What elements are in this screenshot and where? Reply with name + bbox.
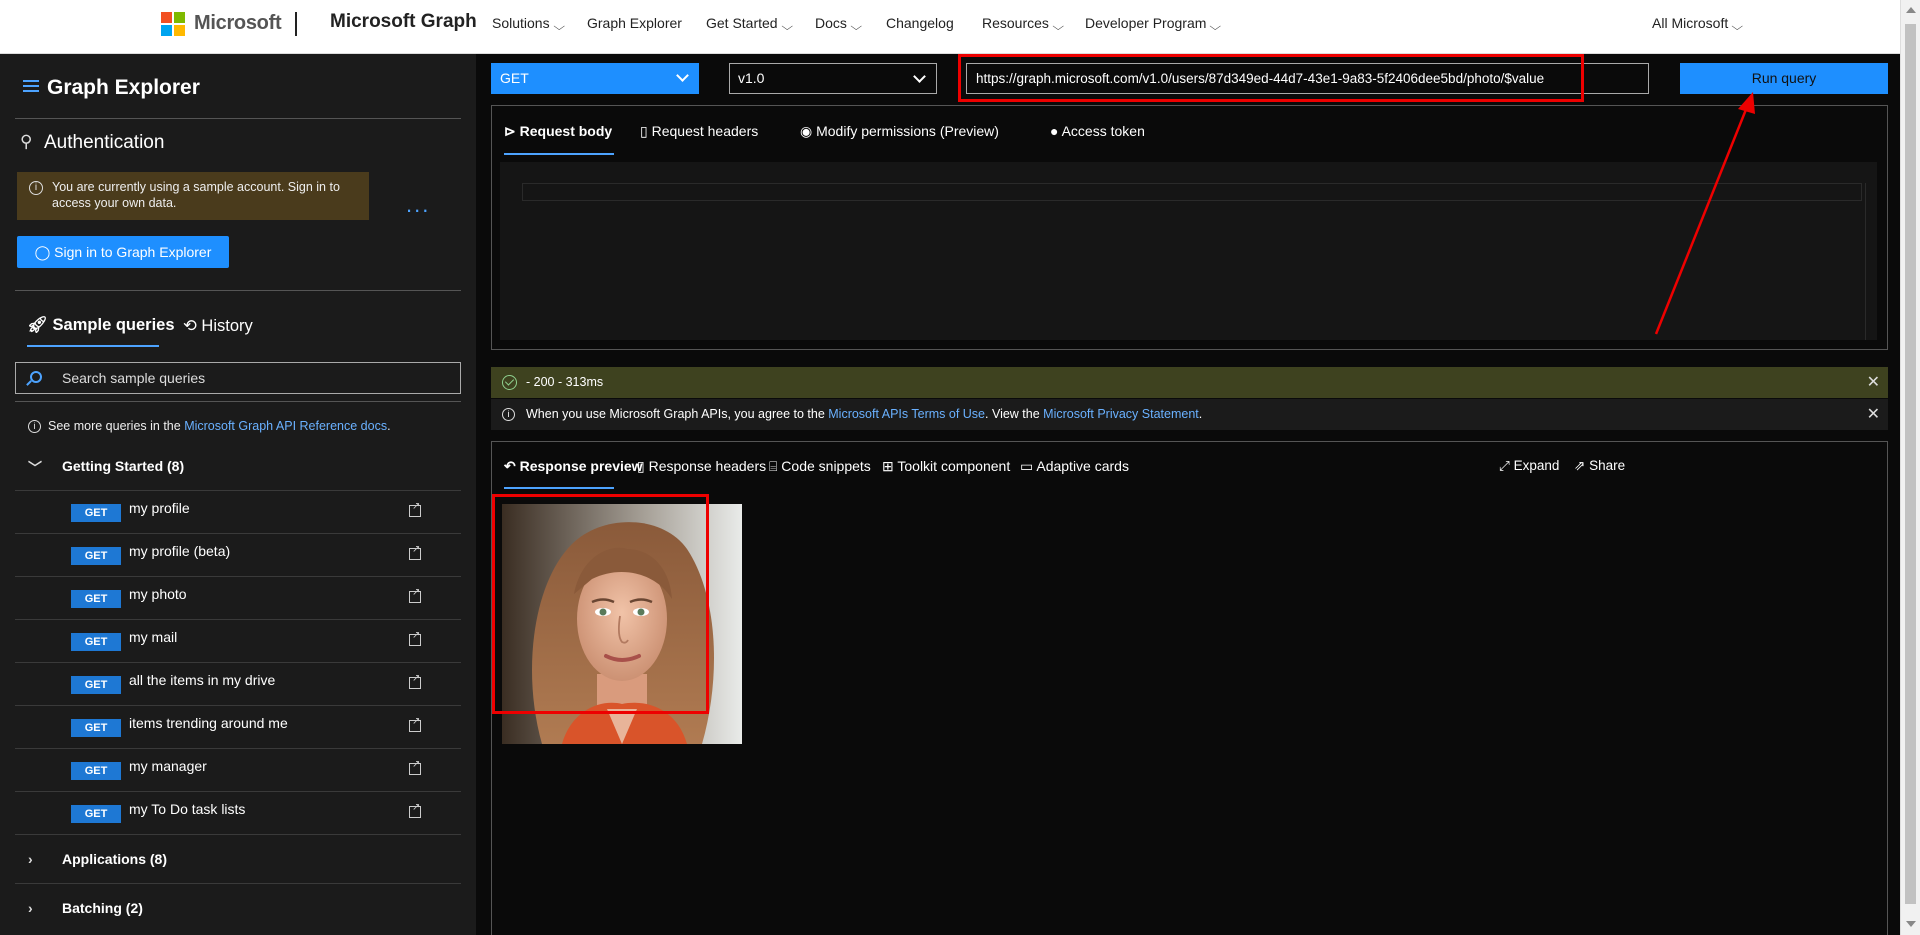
method-badge: GET [71, 805, 121, 823]
microsoft-logo-icon[interactable] [161, 12, 185, 36]
query-row[interactable]: GET my profile (beta) [15, 533, 461, 576]
sidebar-title: Graph Explorer [47, 76, 200, 99]
open-external-icon[interactable] [409, 630, 421, 646]
scroll-down-icon[interactable] [1906, 921, 1916, 927]
history-icon: ⟲ [183, 317, 197, 335]
api-reference-link[interactable]: Microsoft Graph API Reference docs [184, 419, 387, 433]
search-input[interactable]: Search sample queries [15, 362, 461, 394]
open-external-icon[interactable] [409, 544, 421, 560]
query-label: all the items in my drive [129, 672, 276, 688]
divider [15, 401, 461, 402]
query-label: my photo [129, 586, 187, 602]
query-label: my manager [129, 758, 207, 774]
query-row[interactable]: GET items trending around me [15, 705, 461, 748]
more-queries-info: i See more queries in the Microsoft Grap… [28, 419, 391, 433]
open-external-icon[interactable] [409, 587, 421, 603]
product-title[interactable]: Microsoft Graph [330, 11, 477, 33]
query-row[interactable]: GET my mail [15, 619, 461, 662]
query-label: my profile [129, 500, 190, 516]
chevron-down-icon: ⌵ [1052, 21, 1064, 33]
authentication-title: Authentication [44, 132, 165, 153]
open-external-icon[interactable] [409, 802, 421, 818]
query-label: items trending around me [129, 715, 288, 731]
chevron-down-icon: ⌵ [780, 21, 793, 33]
scroll-up-icon[interactable] [1906, 7, 1916, 13]
info-icon: i [29, 181, 43, 195]
divider [15, 118, 461, 119]
chevron-down-icon: ⌵ [1209, 21, 1222, 33]
method-badge: GET [71, 504, 121, 522]
tab-sample-queries[interactable]: 🚀︎ Sample queries [27, 316, 175, 335]
rocket-icon: 🚀︎ [27, 316, 48, 334]
more-options-icon[interactable]: ... [406, 192, 430, 218]
nav-link-resources[interactable]: Resources ⌵ [982, 15, 1064, 33]
info-icon: i [28, 420, 41, 433]
query-row[interactable]: GET my manager [15, 748, 461, 791]
chevron-down-icon: ﹀ [28, 460, 42, 476]
chevron-right-icon: › [28, 900, 33, 916]
nav-link-changelog[interactable]: Changelog [886, 15, 954, 31]
key-icon: ⚲ [20, 132, 33, 151]
divider [15, 290, 461, 291]
chevron-down-icon: ⌵ [1731, 21, 1744, 33]
nav-divider [295, 12, 297, 36]
nav-link-docs[interactable]: Docs ⌵ [815, 15, 862, 33]
chevron-down-icon: ⌵ [850, 21, 862, 33]
scroll-thumb[interactable] [1905, 24, 1916, 904]
nav-link-all-microsoft[interactable]: All Microsoft ⌵ [1652, 15, 1744, 33]
annotation-arrow [1654, 92, 1755, 335]
microsoft-wordmark[interactable]: Microsoft [194, 12, 282, 35]
divider [15, 834, 461, 835]
tab-history[interactable]: ⟲ History [183, 316, 253, 336]
chevron-down-icon: ⌵ [552, 21, 565, 33]
search-icon [30, 371, 42, 383]
method-badge: GET [71, 762, 121, 780]
chevron-right-icon: › [28, 851, 33, 867]
method-badge: GET [71, 719, 121, 737]
nav-link-developer-program[interactable]: Developer Program ⌵ [1085, 15, 1222, 33]
method-badge: GET [71, 547, 121, 565]
open-external-icon[interactable] [409, 716, 421, 732]
query-row[interactable]: GET all the items in my drive [15, 662, 461, 705]
main-content: GET v1.0 https://graph.microsoft.com/v1.… [476, 54, 1900, 935]
open-external-icon[interactable] [409, 501, 421, 517]
hamburger-icon[interactable] [23, 80, 39, 92]
top-navigation: Microsoft Microsoft Graph Solutions ⌵ Gra… [0, 0, 1900, 54]
query-row[interactable]: GET my To Do task lists [15, 791, 461, 834]
person-icon: ◯ [34, 244, 51, 260]
query-label: my mail [129, 629, 178, 645]
query-row[interactable]: GET my photo [15, 576, 461, 619]
method-badge: GET [71, 633, 121, 651]
query-label: my To Do task lists [129, 801, 246, 817]
sidebar: Graph Explorer ⚲ Authentication i You ar… [0, 54, 476, 935]
sign-in-button[interactable]: ◯ Sign in to Graph Explorer [17, 236, 229, 268]
page-scrollbar[interactable] [1900, 0, 1920, 935]
nav-link-get-started[interactable]: Get Started ⌵ [706, 15, 793, 33]
query-row[interactable]: GET my profile [15, 490, 461, 533]
nav-link-graph-explorer[interactable]: Graph Explorer [587, 15, 682, 31]
sample-account-notice: i You are currently using a sample accou… [17, 172, 369, 220]
divider [15, 883, 461, 884]
open-external-icon[interactable] [409, 673, 421, 689]
open-external-icon[interactable] [409, 759, 421, 775]
query-label: my profile (beta) [129, 543, 231, 559]
method-badge: GET [71, 676, 121, 694]
nav-link-solutions[interactable]: Solutions ⌵ [492, 15, 565, 33]
method-badge: GET [71, 590, 121, 608]
tab-underline [27, 345, 159, 347]
